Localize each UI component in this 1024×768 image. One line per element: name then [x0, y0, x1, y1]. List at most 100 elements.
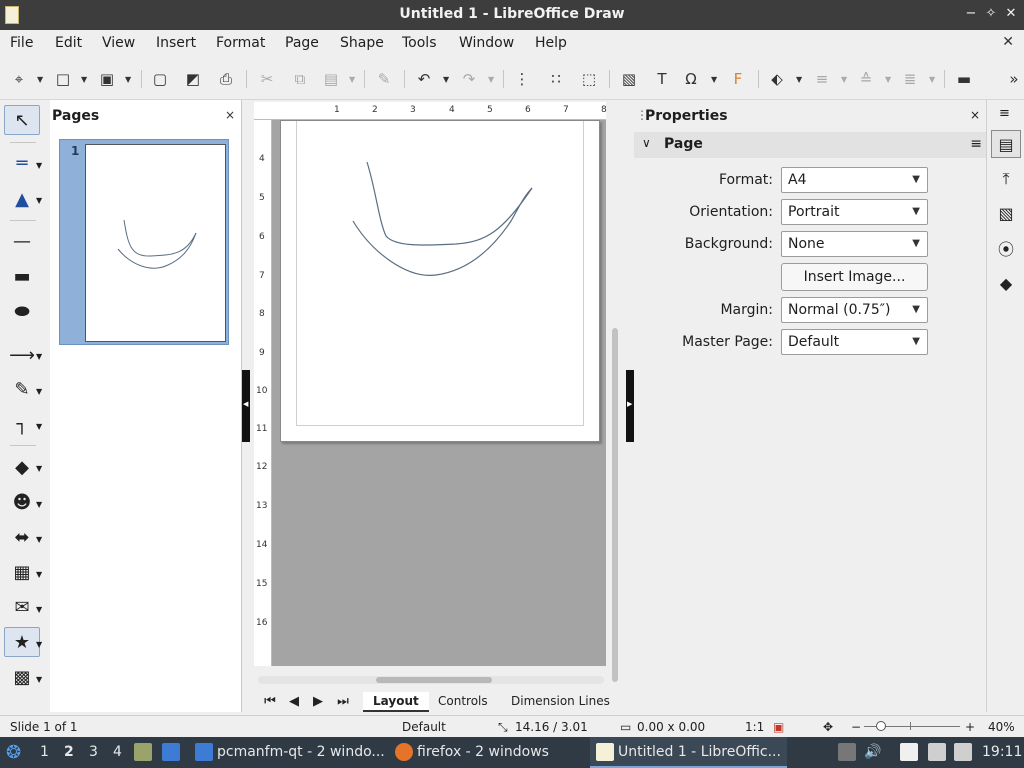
- tab-dimension-lines[interactable]: Dimension Lines: [501, 692, 620, 710]
- transformations-icon[interactable]: ⬖: [766, 68, 788, 90]
- ellipse-icon[interactable]: ⬬: [4, 296, 40, 326]
- undo-icon[interactable]: ↶: [413, 68, 435, 90]
- freeform-drawing[interactable]: [281, 121, 601, 443]
- collapse-pages-pane-button[interactable]: ◀: [242, 370, 250, 442]
- page-section-menu-icon[interactable]: ≡: [970, 136, 982, 152]
- insert-image-button[interactable]: Insert Image...: [781, 263, 928, 291]
- new-dropdown-icon[interactable]: ▼: [37, 75, 43, 84]
- menu-tools[interactable]: Tools: [402, 35, 437, 51]
- close-properties-icon[interactable]: ×: [970, 108, 980, 122]
- insert-textbox-icon[interactable]: T: [651, 68, 673, 90]
- export-pdf-icon[interactable]: ◩: [182, 68, 204, 90]
- task-pcmanfm[interactable]: pcmanfm-qt - 2 windo...: [195, 737, 385, 768]
- select-icon[interactable]: ↖: [4, 105, 40, 135]
- vertical-ruler[interactable]: 4 5 6 7 8 9 10 11 12 13 14 15 16: [254, 120, 272, 666]
- desktop-launcher-icon[interactable]: [162, 737, 184, 768]
- cut-icon[interactable]: ✂: [256, 68, 278, 90]
- paste-dropdown-icon[interactable]: ▼: [349, 75, 355, 84]
- start-menu-icon[interactable]: ❂: [6, 737, 21, 768]
- fit-slide-icon[interactable]: ✥: [823, 720, 833, 734]
- transformations-dropdown-icon[interactable]: ▼: [796, 75, 802, 84]
- fontwork-icon[interactable]: F: [727, 68, 749, 90]
- save-icon[interactable]: ▣: [96, 68, 118, 90]
- format-dropdown[interactable]: A4 ▼: [781, 167, 928, 193]
- menu-format[interactable]: Format: [216, 35, 265, 51]
- line-color-icon[interactable]: ═: [4, 148, 40, 178]
- tray-updates-icon[interactable]: [838, 737, 860, 768]
- basic-shapes-dropdown-icon[interactable]: ▼: [36, 464, 42, 473]
- special-character-icon[interactable]: Ω: [680, 68, 702, 90]
- vertical-scroll-thumb[interactable]: [612, 328, 618, 682]
- save-dropdown-icon[interactable]: ▼: [125, 75, 131, 84]
- flowchart-dropdown-icon[interactable]: ▼: [36, 570, 42, 579]
- export-icon[interactable]: ▢: [149, 68, 171, 90]
- page-thumbnail-1[interactable]: 1: [59, 139, 229, 345]
- symbol-shapes-dropdown-icon[interactable]: ▼: [36, 500, 42, 509]
- network-icon[interactable]: [928, 737, 950, 768]
- connector-dropdown-icon[interactable]: ▼: [36, 422, 42, 431]
- arrange-icon[interactable]: ≙: [855, 68, 877, 90]
- 3d-objects-icon[interactable]: ▩: [4, 662, 40, 692]
- close-window-button[interactable]: ✕: [1002, 4, 1020, 24]
- margin-dropdown[interactable]: Normal (0.75″) ▼: [781, 297, 928, 323]
- workspace-3[interactable]: 3: [89, 737, 98, 768]
- lines-and-arrows-dropdown-icon[interactable]: ▼: [36, 352, 42, 361]
- chevron-down-icon[interactable]: ∨: [642, 136, 651, 150]
- clock[interactable]: 19:11: [982, 737, 1022, 768]
- workspace-2[interactable]: 2: [64, 737, 74, 768]
- clone-formatting-icon[interactable]: ✎: [373, 68, 395, 90]
- align-dropdown-icon[interactable]: ▼: [841, 75, 847, 84]
- connector-icon[interactable]: ┐: [4, 409, 40, 439]
- zoom-slider-handle[interactable]: [876, 721, 886, 731]
- canvas-background[interactable]: [272, 120, 606, 666]
- callouts-dropdown-icon[interactable]: ▼: [36, 605, 42, 614]
- notifications-icon[interactable]: [954, 737, 976, 768]
- zoom-out-icon[interactable]: −: [851, 720, 861, 734]
- curve-dropdown-icon[interactable]: ▼: [36, 387, 42, 396]
- zoom-in-icon[interactable]: +: [965, 720, 975, 734]
- document-modified-icon[interactable]: ▣: [773, 720, 784, 734]
- line-icon[interactable]: —: [4, 226, 40, 256]
- drawing-page[interactable]: [280, 120, 600, 442]
- arrange-dropdown-icon[interactable]: ▼: [885, 75, 891, 84]
- horizontal-scrollbar[interactable]: [258, 676, 604, 684]
- distribute-dropdown-icon[interactable]: ▼: [929, 75, 935, 84]
- menu-window[interactable]: Window: [459, 35, 514, 51]
- navigator-deck-icon[interactable]: ⦿: [991, 234, 1021, 262]
- distribute-icon[interactable]: ≣: [899, 68, 921, 90]
- close-document-button[interactable]: ✕: [1002, 34, 1014, 50]
- print-icon[interactable]: ⎙: [215, 68, 237, 90]
- first-page-icon[interactable]: ⏮: [262, 694, 278, 712]
- stars-icon[interactable]: ★: [4, 627, 40, 657]
- master-page-dropdown[interactable]: Default ▼: [781, 329, 928, 355]
- last-page-icon[interactable]: ⏭: [335, 694, 351, 712]
- line-color-dropdown-icon[interactable]: ▼: [36, 161, 42, 170]
- new-icon[interactable]: ⌖: [8, 68, 30, 90]
- fill-color-dropdown-icon[interactable]: ▼: [36, 196, 42, 205]
- block-arrows-icon[interactable]: ⬌: [4, 522, 40, 552]
- tab-controls[interactable]: Controls: [428, 692, 498, 710]
- file-manager-launcher-icon[interactable]: [134, 737, 156, 768]
- sidebar-menu-icon[interactable]: ≡: [999, 106, 1010, 121]
- paste-icon[interactable]: ▤: [320, 68, 342, 90]
- shadow-icon[interactable]: ▬: [953, 68, 975, 90]
- maximize-button[interactable]: ✧: [982, 4, 1000, 24]
- clipboard-icon[interactable]: [900, 737, 922, 768]
- vertical-scrollbar[interactable]: [610, 120, 620, 682]
- page-section-header[interactable]: ∨ Page ≡: [634, 132, 986, 158]
- helplines-icon[interactable]: ∷: [545, 68, 567, 90]
- task-firefox[interactable]: firefox - 2 windows: [395, 737, 549, 768]
- menu-insert[interactable]: Insert: [156, 35, 196, 51]
- shapes-deck-icon[interactable]: ◆: [991, 269, 1021, 297]
- orientation-dropdown[interactable]: Portrait ▼: [781, 199, 928, 225]
- special-character-dropdown-icon[interactable]: ▼: [711, 75, 717, 84]
- horizontal-scroll-thumb[interactable]: [376, 677, 492, 683]
- collapse-sidebar-button[interactable]: ▶: [626, 370, 634, 442]
- close-pages-pane-icon[interactable]: ×: [225, 108, 235, 122]
- task-libreoffice[interactable]: Untitled 1 - LibreOffic...: [590, 737, 787, 768]
- background-dropdown[interactable]: None ▼: [781, 231, 928, 257]
- copy-icon[interactable]: ⧉: [289, 68, 311, 90]
- volume-icon[interactable]: 🔊: [864, 737, 881, 768]
- previous-page-icon[interactable]: ◀: [286, 694, 302, 712]
- styles-deck-icon[interactable]: ⤒: [991, 165, 1021, 193]
